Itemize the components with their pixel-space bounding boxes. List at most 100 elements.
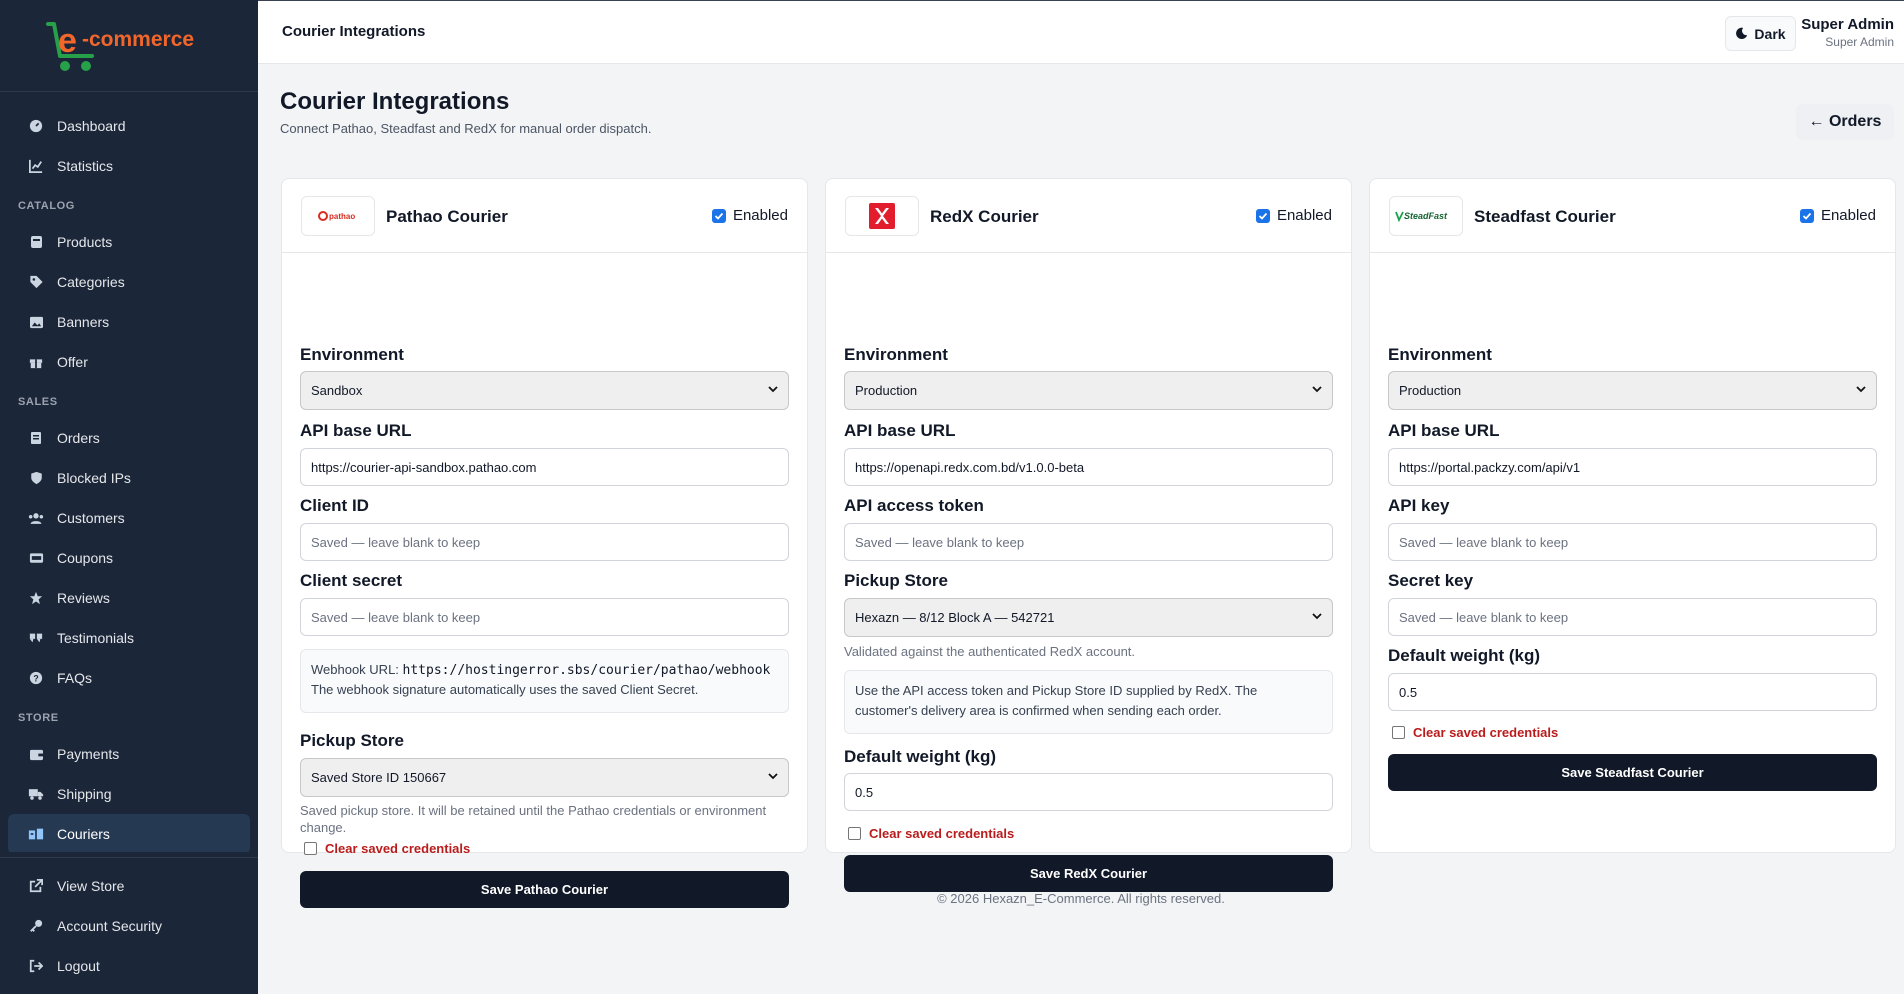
gift-icon (28, 354, 44, 370)
api-url-label: API base URL (844, 421, 956, 440)
sidebar-item-logout[interactable]: Logout (8, 946, 250, 986)
redx-logo (845, 196, 919, 236)
sidebar-item-label: Products (57, 234, 113, 250)
check-icon (1255, 208, 1270, 223)
clear-credentials-label: Clear saved credentials (325, 841, 471, 856)
sidebar-item-account-security[interactable]: Account Security (8, 906, 250, 946)
api-token-label: API access token (844, 496, 984, 515)
chevron-down-icon (1856, 386, 1866, 393)
courier-icon (28, 826, 44, 842)
brand-logo[interactable]: e -commerce (0, 0, 258, 92)
key-icon (28, 918, 44, 934)
sidebar-item-view-store[interactable]: View Store (8, 866, 250, 906)
gauge-icon (28, 118, 44, 134)
sidebar-item-customers[interactable]: Customers (8, 498, 250, 538)
clear-credentials-checkbox[interactable]: Clear saved credentials (1392, 725, 1558, 740)
shield-icon (28, 470, 44, 486)
dark-mode-toggle[interactable]: Dark (1725, 16, 1796, 51)
sidebar-item-statistics[interactable]: Statistics (8, 146, 250, 186)
sidebar-item-label: Offer (57, 354, 88, 370)
card-header: RedX Courier Enabled (826, 179, 1351, 253)
webhook-note-text: The webhook signature automatically uses… (311, 682, 699, 697)
pickup-store-select[interactable]: Hexazn — 8/12 Block A — 542721 (844, 598, 1333, 637)
pickup-store-select[interactable]: Saved Store ID 150667 (300, 758, 789, 797)
client-id-label: Client ID (300, 496, 369, 515)
api-url-input[interactable]: https://courier-api-sandbox.pathao.com (300, 448, 789, 486)
checkbox-box (848, 827, 861, 840)
default-weight-input[interactable]: 0.5 (844, 773, 1333, 811)
client-id-input[interactable]: Saved — leave blank to keep (300, 523, 789, 561)
default-weight-input[interactable]: 0.5 (1388, 673, 1877, 711)
card-header: SteadFast Steadfast Courier Enabled (1370, 179, 1895, 253)
chevron-down-icon (1312, 386, 1322, 393)
webhook-url: https://hostingerror.sbs/courier/pathao/… (402, 663, 771, 678)
svg-text:e: e (58, 22, 77, 60)
clear-credentials-checkbox[interactable]: Clear saved credentials (304, 841, 470, 856)
environment-select[interactable]: Production (1388, 371, 1877, 410)
logout-icon (28, 958, 44, 974)
api-token-input[interactable]: Saved — leave blank to keep (844, 523, 1333, 561)
sidebar-item-shipping[interactable]: Shipping (8, 774, 250, 814)
sidebar-item-categories[interactable]: Categories (8, 262, 250, 302)
sidebar-item-couriers[interactable]: Couriers (8, 814, 250, 852)
svg-text:?: ? (33, 674, 38, 684)
sidebar-item-reviews[interactable]: Reviews (8, 578, 250, 618)
user-role: Super Admin (1825, 35, 1894, 49)
environment-value: Production (1399, 383, 1462, 398)
sidebar-item-label: Blocked IPs (57, 470, 131, 486)
sidebar-item-testimonials[interactable]: Testimonials (8, 618, 250, 658)
webhook-prefix: Webhook URL: (311, 662, 403, 677)
sidebar-section-catalog: CATALOG (18, 200, 75, 212)
save-steadfast-button[interactable]: Save Steadfast Courier (1388, 754, 1877, 791)
card-title: RedX Courier (930, 207, 1039, 226)
tags-icon (28, 274, 44, 290)
sidebar-item-products[interactable]: Products (8, 222, 250, 262)
sidebar-item-blocked-ips[interactable]: Blocked IPs (8, 458, 250, 498)
sidebar-item-label: Shipping (57, 786, 112, 802)
api-url-label: API base URL (300, 421, 412, 440)
environment-select[interactable]: Sandbox (300, 371, 789, 410)
enabled-checkbox[interactable]: Enabled (1799, 207, 1876, 224)
user-menu[interactable]: Super Admin Super Admin (1801, 16, 1894, 49)
clear-credentials-label: Clear saved credentials (1413, 725, 1559, 740)
enabled-checkbox[interactable]: Enabled (711, 207, 788, 224)
save-redx-button[interactable]: Save RedX Courier (844, 855, 1333, 892)
sidebar-item-offer[interactable]: Offer (8, 342, 250, 382)
sidebar-item-dashboard[interactable]: Dashboard (8, 106, 250, 146)
pathao-card: pathao Pathao Courier Enabled Environmen… (281, 178, 808, 908)
clear-credentials-checkbox[interactable]: Clear saved credentials (848, 826, 1014, 841)
sidebar-item-label: FAQs (57, 670, 93, 686)
pickup-store-help: Saved pickup store. It will be retained … (300, 803, 767, 835)
sidebar-item-label: Logout (57, 958, 100, 974)
topbar: Courier Integrations Dark Super Admin Su… (258, 0, 1904, 64)
environment-select[interactable]: Production (844, 371, 1333, 410)
sidebar-item-label: Account Security (57, 918, 163, 934)
client-secret-input[interactable]: Saved — leave blank to keep (300, 598, 789, 636)
steadfast-logo: SteadFast (1389, 196, 1463, 236)
api-key-input[interactable]: Saved — leave blank to keep (1388, 523, 1877, 561)
topbar-title: Courier Integrations (282, 23, 426, 40)
redx-info-note: Use the API access token and Pickup Stor… (844, 670, 1333, 734)
secret-key-input[interactable]: Saved — leave blank to keep (1388, 598, 1877, 636)
dark-mode-label: Dark (1754, 25, 1786, 42)
sidebar-nav: Dashboard Statistics CATALOG Products Ca… (0, 92, 258, 852)
api-url-input[interactable]: https://portal.packzy.com/api/v1 (1388, 448, 1877, 486)
image-icon (28, 314, 44, 330)
svg-text:pathao: pathao (329, 212, 355, 221)
sidebar-item-faqs[interactable]: ? FAQs (8, 658, 250, 698)
environment-label: Environment (1388, 345, 1492, 364)
sidebar-item-label: Orders (57, 430, 100, 446)
sidebar: e -commerce Dashboard Statistics CATALOG… (0, 0, 258, 994)
question-icon: ? (28, 670, 44, 686)
sidebar-item-orders[interactable]: Orders (8, 418, 250, 458)
back-to-orders-button[interactable]: ← Orders (1796, 104, 1894, 140)
api-key-label: API key (1388, 496, 1450, 515)
sidebar-item-banners[interactable]: Banners (8, 302, 250, 342)
api-url-input[interactable]: https://openapi.redx.com.bd/v1.0.0-beta (844, 448, 1333, 486)
card-title: Steadfast Courier (1474, 207, 1616, 226)
svg-text:-commerce: -commerce (82, 28, 194, 51)
sidebar-item-coupons[interactable]: Coupons (8, 538, 250, 578)
enabled-checkbox[interactable]: Enabled (1255, 207, 1332, 224)
sidebar-item-payments[interactable]: Payments (8, 734, 250, 774)
api-url-label: API base URL (1388, 421, 1500, 440)
